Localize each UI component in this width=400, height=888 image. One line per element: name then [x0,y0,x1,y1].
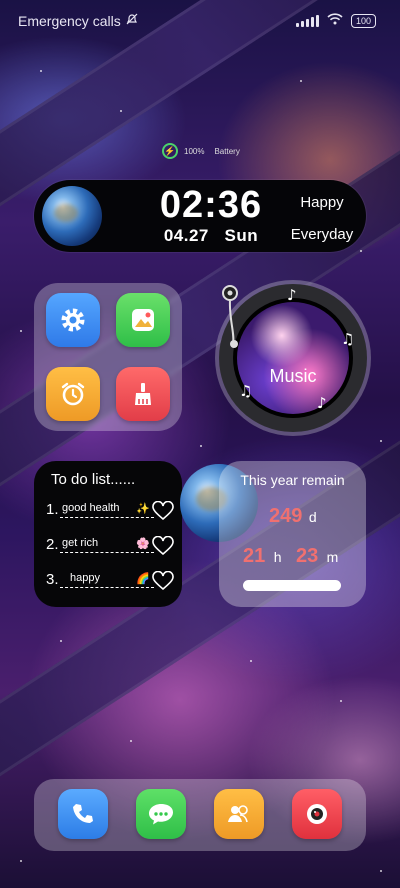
clock-widget[interactable]: 02:36 04.27 Sun Happy Everyday [34,180,366,252]
todo-item-number: 2. [46,536,59,553]
todo-item[interactable]: 3. happy 🌈 [46,571,154,588]
tonearm-icon [222,285,238,348]
todo-item[interactable]: 1. good health ✨ [46,501,154,518]
heart-icon[interactable] [152,571,174,591]
days-value: 249 [269,505,303,527]
todo-item-number: 3. [46,571,59,588]
minutes-unit: m [326,549,339,565]
todo-item-emoji: ✨ [136,502,150,515]
message-icon [149,804,173,825]
year-remain-widget[interactable]: This year remain 249 d 21 h 23 m [219,461,366,607]
signal-icon [295,15,319,27]
dock [34,779,366,851]
todo-title: To do list...... [51,471,136,488]
todo-item-text: happy [70,571,100,584]
todo-item-emoji: 🌸 [136,537,150,550]
music-note-icon: ♫ [239,382,253,400]
battery-indicator: 100 [350,14,376,28]
status-bar: Emergency calls 100 [0,0,400,40]
days-remaining: 249 d [269,505,317,528]
todo-item-number: 1. [46,501,59,518]
alarm-clock-icon [61,382,85,406]
hours-value: 21 [243,545,266,567]
app-folder[interactable] [34,283,182,431]
cleaner-app[interactable] [116,367,170,421]
gear-icon [61,308,85,332]
date-text: 04.27 [163,226,209,245]
brush-icon [135,383,151,405]
carrier-text: Emergency calls [18,12,121,29]
weekday-text: Sun [224,226,259,245]
time-remaining: 21 h 23 m [243,545,338,568]
todo-item-text-wrap: good health ✨ [60,502,154,518]
greeting-line2: Everyday [290,226,354,243]
battery-percent: 100% [184,146,205,156]
todo-widget[interactable]: To do list...... 1. good health ✨ 2. get… [34,461,182,607]
camera-app[interactable] [292,789,342,839]
heart-icon[interactable] [152,536,174,556]
music-note-icon: ♫ [341,330,355,348]
year-title: This year remain [240,472,345,488]
todo-item-emoji: 🌈 [136,572,150,585]
todo-item[interactable]: 2. get rich 🌸 [46,536,154,553]
todo-item-text-wrap: happy 🌈 [60,572,154,588]
earth-icon [42,186,102,246]
todo-item-text: good health [62,501,120,514]
charging-icon: ⚡ [162,143,178,159]
phone-icon [73,804,93,823]
hours-unit: h [273,549,282,565]
mute-bell-icon [125,12,139,29]
days-unit: d [308,509,317,525]
clock-time: 02:36 [159,184,263,226]
minutes-value: 23 [295,545,319,567]
messages-app[interactable] [136,789,186,839]
todo-item-text-wrap: get rich 🌸 [60,537,154,553]
todo-item-text: get rich [62,536,99,549]
music-note-icon: ♪ [287,286,297,304]
photo-icon [132,309,154,331]
contacts-app[interactable] [214,789,264,839]
contacts-icon [228,805,248,823]
wifi-icon [327,12,343,30]
year-progress-bar [243,580,341,591]
phone-app[interactable] [58,789,108,839]
greeting-line1: Happy [300,194,344,211]
music-note-icon: ♪ [317,394,327,412]
battery-widget[interactable]: ⚡ 100% Battery [162,143,240,159]
clock-date: 04.27 Sun [134,226,288,246]
gallery-app[interactable] [116,293,170,347]
heart-icon[interactable] [152,501,174,521]
battery-label: Battery [214,146,240,156]
camera-icon [307,804,327,824]
clock-app[interactable] [46,367,100,421]
settings-app[interactable] [46,293,100,347]
